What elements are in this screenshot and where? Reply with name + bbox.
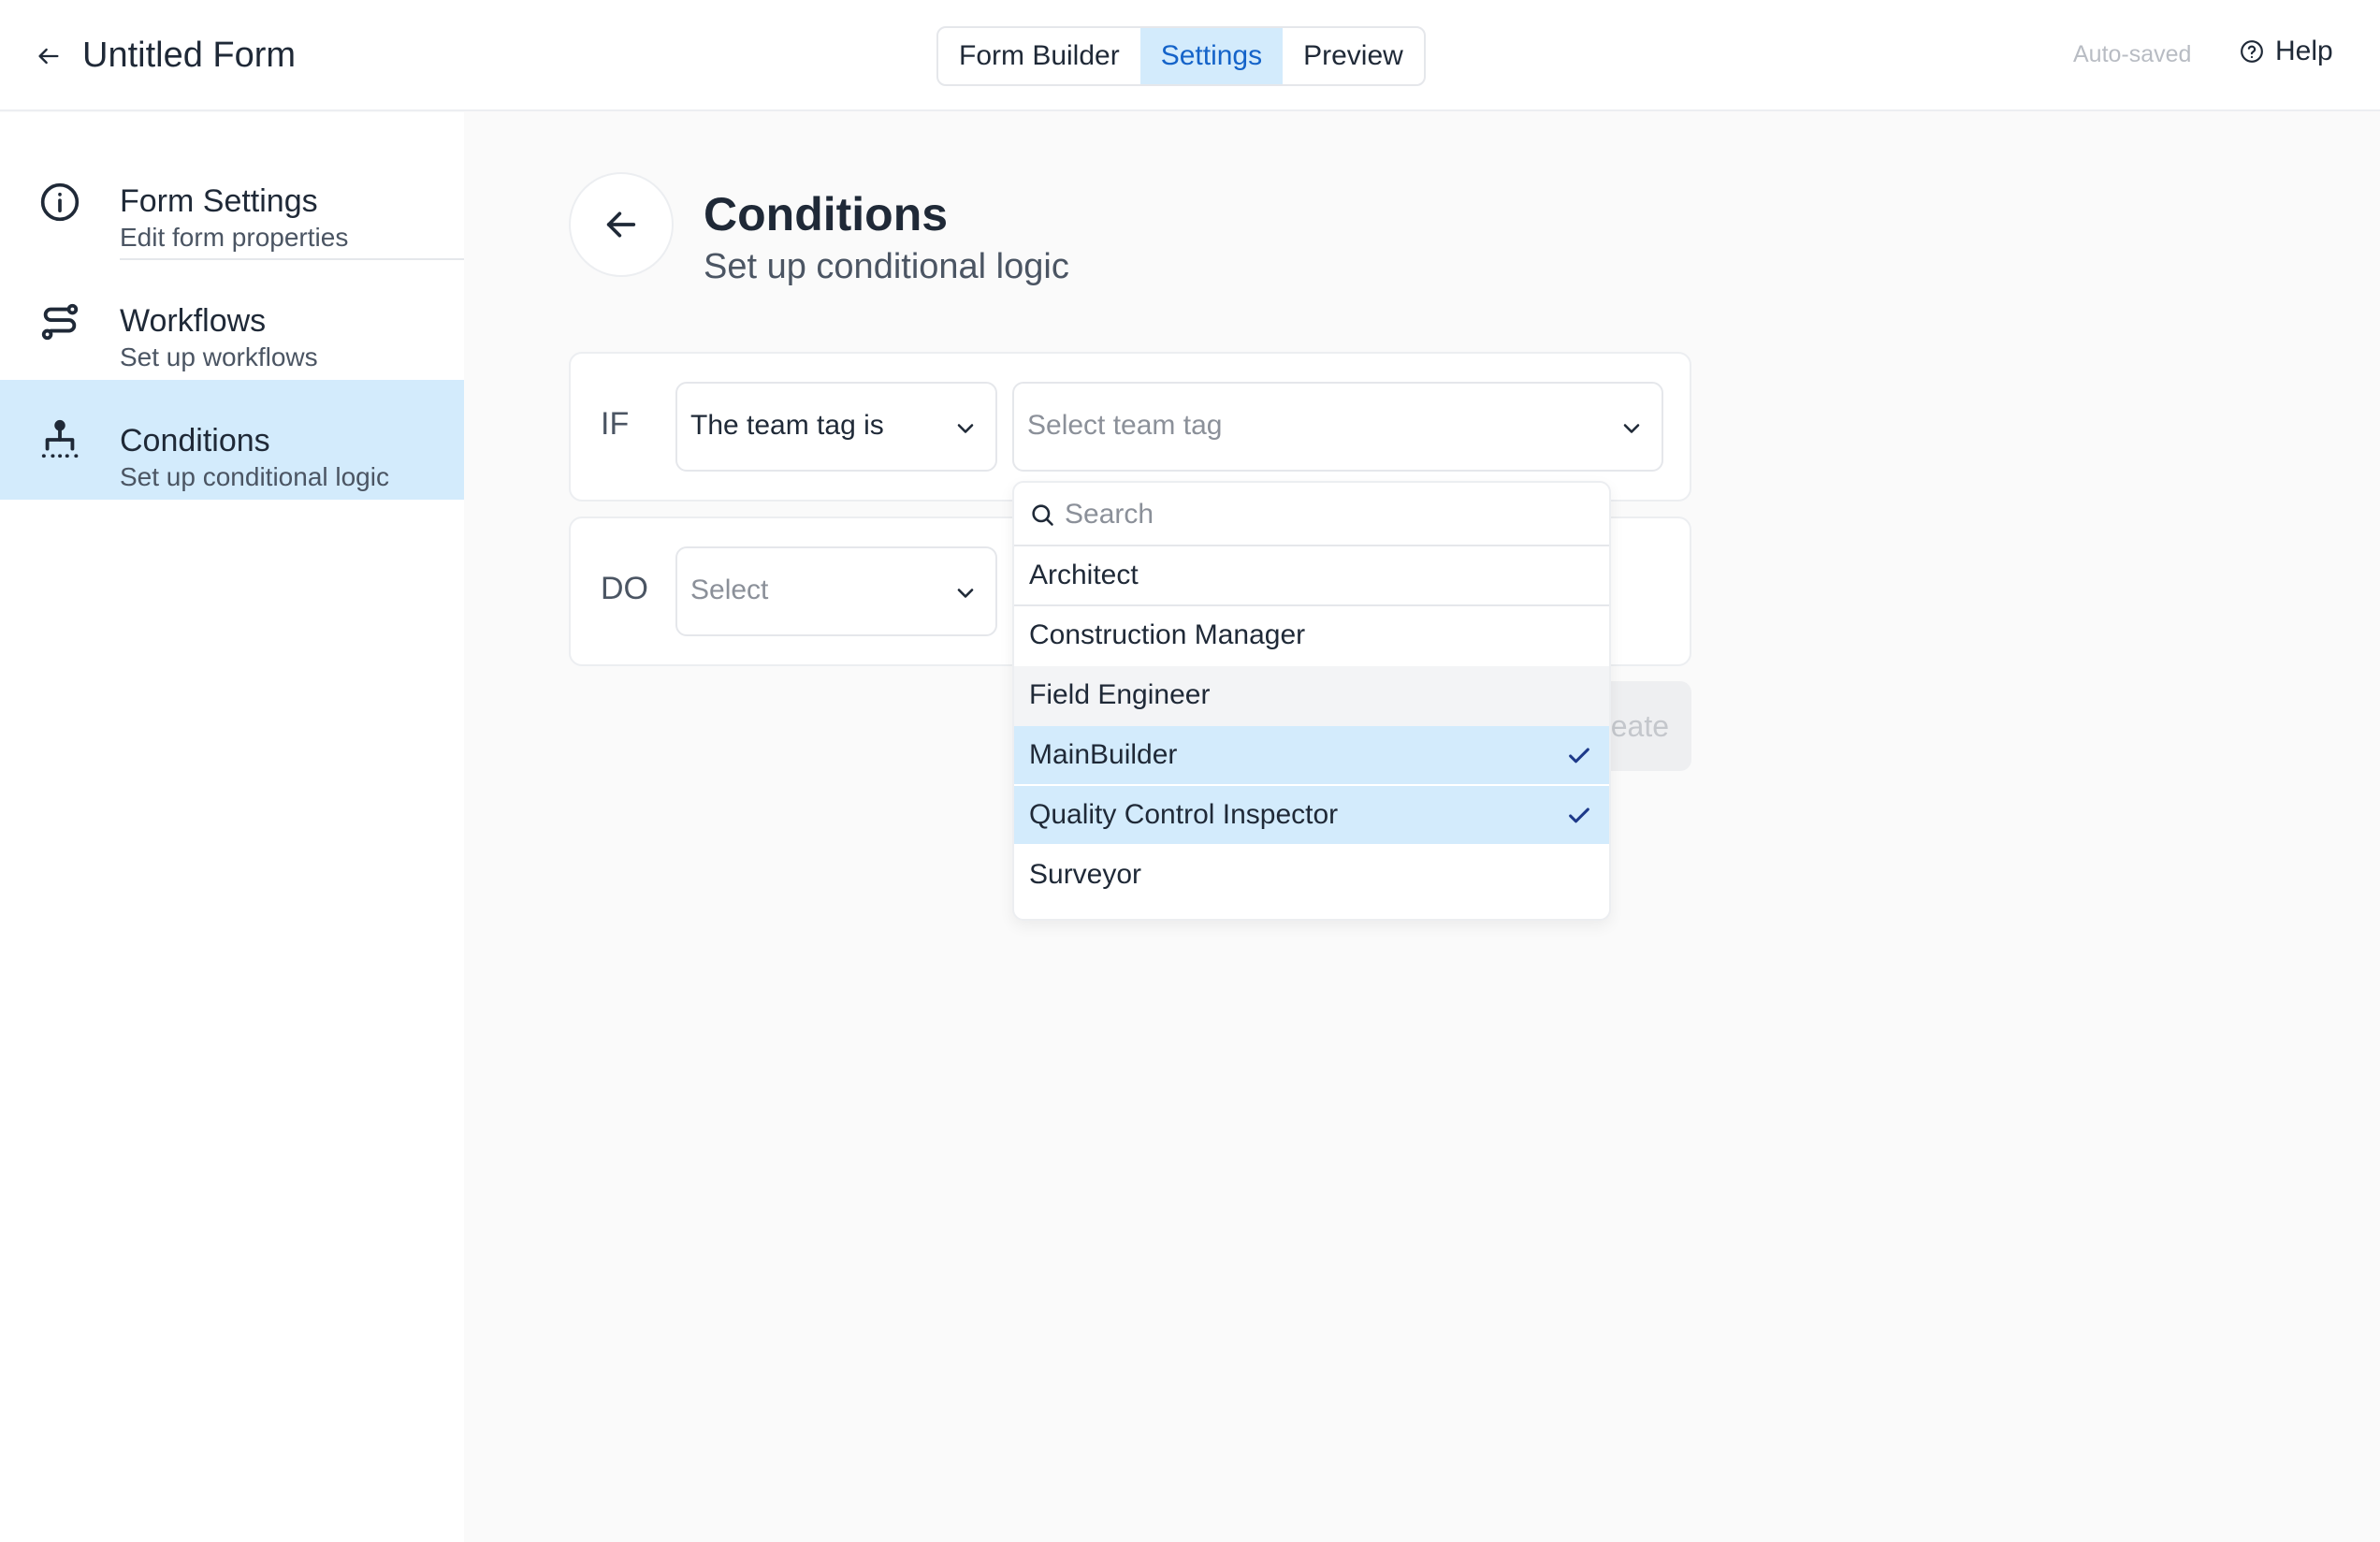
autosave-status: Auto-saved: [2073, 41, 2192, 67]
tab-settings[interactable]: Settings: [1139, 28, 1284, 84]
help-label: Help: [2275, 36, 2333, 66]
sidebar-item-subtitle: Edit form properties: [120, 223, 349, 252]
view-tabs: Form Builder Settings Preview: [936, 26, 1426, 86]
dropdown-option[interactable]: Field Engineer: [1014, 666, 1609, 726]
option-label: Quality Control Inspector: [1029, 799, 1339, 830]
checkmark-icon: [1569, 748, 1589, 764]
condition-select[interactable]: The team tag is: [675, 382, 997, 472]
page-subtitle: Set up conditional logic: [704, 247, 1069, 286]
checkmark-icon: [1569, 807, 1589, 823]
dropdown-option[interactable]: Architect: [1014, 546, 1609, 604]
option-label: Surveyor: [1029, 859, 1142, 890]
search-icon: [1032, 504, 1053, 526]
sidebar-item-workflows[interactable]: Workflows Set up workflows: [0, 258, 464, 378]
action-select-placeholder: Select: [690, 575, 769, 605]
tab-preview[interactable]: Preview: [1283, 28, 1424, 84]
option-label: Architect: [1029, 560, 1139, 590]
conditions-icon: [37, 417, 82, 462]
dropdown-option[interactable]: Construction Manager: [1014, 606, 1609, 664]
dropdown-option[interactable]: Quality Control Inspector: [1014, 786, 1609, 844]
top-bar: Untitled Form Form Builder Settings Prev…: [0, 0, 2380, 111]
do-label: DO: [601, 571, 648, 606]
sidebar-item-title: Workflows: [120, 303, 267, 339]
back-button[interactable]: [30, 37, 67, 75]
settings-sidebar: Form Settings Edit form properties Workf…: [0, 112, 464, 1542]
action-select[interactable]: Select: [675, 546, 997, 636]
chevron-down-icon: [957, 424, 974, 433]
sidebar-item-conditions[interactable]: Conditions Set up conditional logic: [0, 380, 464, 500]
workflow-icon: [37, 299, 82, 344]
sidebar-item-title: Form Settings: [120, 183, 318, 219]
chevron-down-icon: [1623, 424, 1640, 433]
help-button[interactable]: Help: [2240, 36, 2333, 67]
chevron-down-icon: [957, 589, 974, 598]
tab-form-builder[interactable]: Form Builder: [938, 28, 1140, 84]
option-label: Field Engineer: [1029, 679, 1211, 710]
arrow-left-icon: [38, 48, 59, 65]
arrow-left-icon: [606, 211, 636, 238]
sidebar-item-title: Conditions: [120, 423, 270, 458]
if-condition-card: IF The team tag is Select team tag: [569, 352, 1691, 502]
team-tag-select[interactable]: Select team tag: [1012, 382, 1663, 472]
team-tag-dropdown: Architect Construction Manager Field Eng…: [1012, 481, 1611, 921]
dropdown-search: [1014, 483, 1609, 546]
search-input[interactable]: [1065, 494, 1589, 535]
page-title: Conditions: [704, 188, 949, 240]
condition-select-value: The team tag is: [690, 410, 884, 441]
sidebar-item-form-settings[interactable]: Form Settings Edit form properties: [0, 135, 464, 255]
help-circle-icon: [2241, 40, 2263, 63]
form-title: Untitled Form: [82, 36, 297, 75]
option-label: MainBuilder: [1029, 739, 1178, 770]
option-label: Construction Manager: [1029, 619, 1306, 650]
sidebar-item-subtitle: Set up workflows: [120, 342, 318, 371]
team-tag-placeholder: Select team tag: [1027, 410, 1223, 441]
if-label: IF: [601, 406, 630, 442]
back-to-settings-button[interactable]: [569, 172, 674, 277]
sidebar-item-subtitle: Set up conditional logic: [120, 462, 389, 491]
info-icon: [37, 180, 82, 225]
dropdown-option[interactable]: MainBuilder: [1014, 726, 1609, 784]
dropdown-option[interactable]: Surveyor: [1014, 846, 1609, 904]
